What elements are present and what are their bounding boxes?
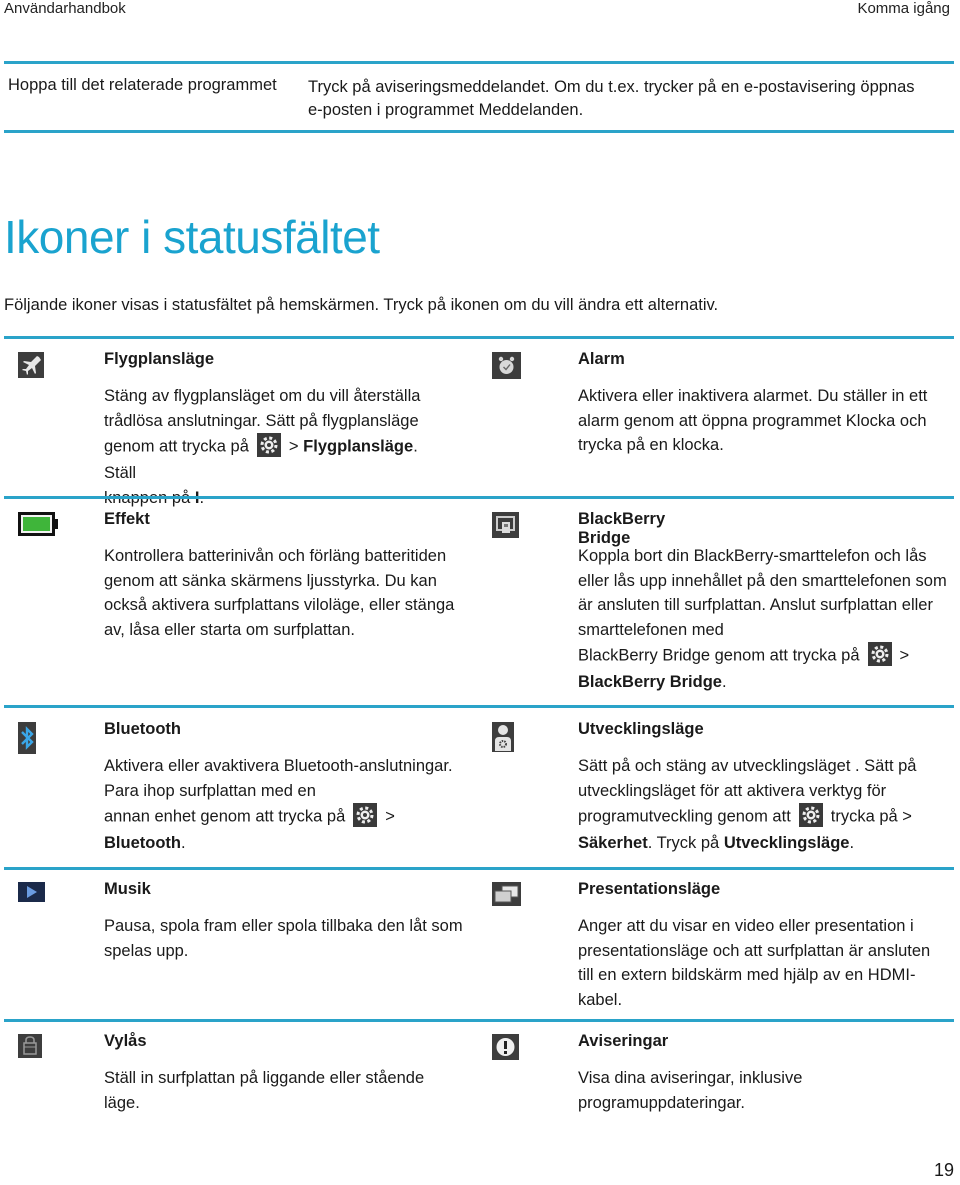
divider <box>4 867 954 870</box>
item-description: Stäng av flygplansläget om du vill åters… <box>104 384 454 510</box>
item-description: Kontrollera batterinivån och förläng bat… <box>104 547 455 639</box>
desc-text: BlackBerry Bridge genom att trycka på <box>578 646 860 665</box>
item-description: Sätt på och stäng av utvecklingsläget . … <box>578 754 948 856</box>
desc-text: programutveckling genom att <box>578 807 791 826</box>
desc-text: > <box>288 437 304 456</box>
item-description: Anger att du visar en video eller presen… <box>578 917 931 1009</box>
item-title: Flygplansläge <box>104 350 215 368</box>
settings-gear-icon <box>353 803 378 827</box>
settings-gear-icon <box>798 803 823 827</box>
desc-text: genom att trycka på <box>104 437 249 456</box>
divider <box>4 1019 954 1022</box>
play-icon <box>18 882 45 907</box>
battery-icon <box>18 512 58 541</box>
item-title: Aviseringar <box>578 1032 669 1050</box>
divider <box>4 336 954 339</box>
menu-path: BlackBerry Bridge <box>578 673 722 691</box>
item-description: Aktivera eller avaktivera Bluetooth-ansl… <box>104 754 464 856</box>
bluetooth-icon <box>18 722 36 759</box>
document-title: Användarhandbok <box>4 0 126 17</box>
desc-text: . <box>721 673 727 691</box>
desc-text: > <box>899 646 910 665</box>
airplane-icon <box>18 352 44 383</box>
table-row-label: Hoppa till det relaterade programmet <box>8 76 277 94</box>
desc-text: Sätt på och stäng av utvecklingsläget . … <box>578 757 917 800</box>
desc-text: . <box>180 834 186 852</box>
orientation-lock-icon <box>18 1034 42 1063</box>
item-title: Presentationsläge <box>578 880 721 898</box>
menu-path: Säkerhet <box>578 834 648 852</box>
blackberry-bridge-icon <box>492 512 519 543</box>
chapter-title: Komma igång <box>857 0 950 17</box>
desc-text: . Tryck på <box>647 834 724 852</box>
developer-mode-icon <box>492 722 514 757</box>
divider <box>4 61 954 64</box>
desc-text: Aktivera eller avaktivera Bluetooth-ansl… <box>104 757 453 800</box>
intro-text: Följande ikoner visas i statusfältet på … <box>4 296 719 314</box>
divider <box>4 130 954 133</box>
item-title: Bluetooth <box>104 720 181 738</box>
settings-gear-icon <box>867 642 892 666</box>
item-title: Musik <box>104 880 151 898</box>
divider <box>4 705 954 708</box>
desc-text: Stäng av flygplansläget om du vill åters… <box>104 387 421 430</box>
item-description: Koppla bort din BlackBerry-smarttelefon … <box>578 544 948 695</box>
menu-path: Utvecklingsläge <box>723 834 850 852</box>
notification-icon <box>492 1034 519 1065</box>
presentation-mode-icon <box>492 882 521 911</box>
divider <box>4 496 954 499</box>
item-title: Vylås <box>104 1032 147 1050</box>
desc-text: Koppla bort din BlackBerry-smarttelefon … <box>578 547 947 639</box>
desc-text: > <box>385 807 395 826</box>
menu-path: Bluetooth <box>104 834 181 852</box>
item-title: Effekt <box>104 510 150 528</box>
desc-text: . <box>849 834 855 852</box>
item-description: Aktivera eller inaktivera alarmet. Du st… <box>578 387 928 454</box>
table-row-text: Tryck på aviseringsmeddelandet. Om du t.… <box>308 78 915 119</box>
item-title: Utvecklingsläge <box>578 720 704 738</box>
item-description: Ställ in surfplattan på liggande eller s… <box>104 1069 425 1112</box>
item-description: Pausa, spola fram eller spola tillbaka d… <box>104 917 463 960</box>
menu-path: Flygplansläge <box>303 437 414 456</box>
item-title: Alarm <box>578 350 625 368</box>
item-title: BlackBerry Bridge <box>578 510 666 547</box>
page-title: Ikoner i statusfältet <box>4 211 380 263</box>
desc-text: annan enhet genom att trycka på <box>104 807 346 826</box>
alarm-clock-icon <box>492 352 521 384</box>
item-description: Visa dina aviseringar, inklusive program… <box>578 1069 803 1112</box>
settings-gear-icon <box>256 433 281 457</box>
page-number: 19 <box>933 1160 954 1180</box>
desc-text: trycka på > <box>830 807 912 826</box>
